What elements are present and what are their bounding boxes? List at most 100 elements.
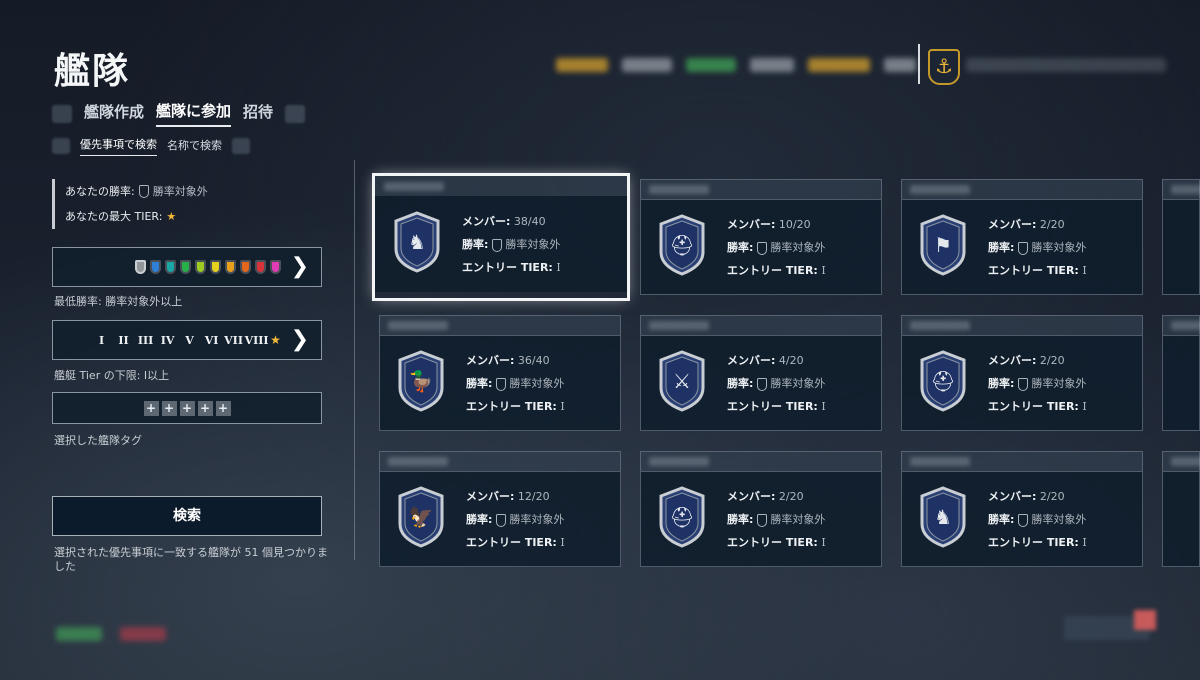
svg-text:⛑: ⛑ — [669, 233, 694, 257]
shield-icon — [756, 377, 767, 391]
fleet-name-blurred — [375, 176, 627, 196]
fleet-card[interactable]: ⚔ メンバー: 4/20 勝率: 勝率対象外 エントリー TIER: I — [640, 315, 882, 431]
svg-text:♞: ♞ — [408, 230, 426, 254]
blurred-resource — [750, 58, 794, 72]
shield-icon — [491, 238, 502, 252]
add-tag-icon[interactable]: + — [215, 400, 231, 416]
shield-icon — [756, 241, 767, 255]
fleet-card[interactable]: ⛑ メンバー: 2/20 勝率: 勝率対象外 エントリー TIER: I — [640, 451, 882, 567]
members-value: 2/20 — [778, 490, 804, 503]
tab-join-fleet[interactable]: 艦隊に参加 — [156, 100, 232, 127]
fleet-name-blurred — [901, 315, 1143, 335]
fleet-info: メンバー: 4/20 勝率: 勝率対象外 エントリー TIER: I — [727, 349, 826, 418]
winrate-value: 勝率対象外 — [509, 377, 565, 390]
fleet-card[interactable]: ♞ メンバー: 2/20 勝率: 勝率対象外 エントリー TIER: I — [901, 451, 1143, 567]
fleet-name-blurred — [640, 179, 882, 199]
winrate-color-shield-icon[interactable] — [134, 260, 146, 274]
chevron-right-icon[interactable]: ❯ — [291, 329, 309, 351]
winrate-label: 勝率: — [988, 377, 1015, 390]
winrate-label: 勝率: — [988, 513, 1015, 526]
divider — [354, 160, 355, 560]
add-tag-icon[interactable]: + — [143, 400, 159, 416]
tier-option[interactable]: II — [113, 334, 135, 347]
tab-create-fleet[interactable]: 艦隊作成 — [84, 101, 144, 126]
winrate-label: 勝率: — [988, 241, 1015, 254]
winrate-color-shield-icon[interactable] — [224, 260, 236, 274]
blurred-resource — [808, 58, 870, 72]
entry-tier-value: I — [1082, 400, 1087, 413]
tier-option[interactable]: V — [179, 334, 201, 347]
shield-icon — [1017, 377, 1028, 391]
player-stats: あなたの勝率: 勝率対象外 あなたの最大 TIER: ★ — [52, 179, 208, 229]
winrate-color-shield-icon[interactable] — [194, 260, 206, 274]
tab-search-priority[interactable]: 優先事項で検索 — [80, 136, 157, 156]
winrate-filter[interactable]: ❯ — [52, 247, 322, 287]
trigger-left-icon — [52, 138, 70, 154]
anchor-icon[interactable]: ⚓ — [928, 49, 960, 85]
winrate-label: 勝率: — [466, 513, 493, 526]
add-tag-icon[interactable]: + — [197, 400, 213, 416]
add-tag-icon[interactable]: + — [179, 400, 195, 416]
winrate-color-shield-icon[interactable] — [179, 260, 191, 274]
search-button[interactable]: 検索 — [52, 496, 322, 536]
tier-filter[interactable]: I II III IV V VI VII VIII ★ ❯ — [52, 320, 322, 360]
fleet-card[interactable]: ⚑ メンバー: 2/20 勝率: 勝率対象外 エントリー TIER: I — [901, 179, 1143, 295]
winrate-color-shield-icon[interactable] — [269, 260, 281, 274]
winrate-color-shield-icon[interactable] — [239, 260, 251, 274]
fleet-card[interactable]: 🦅 メンバー: 12/20 勝率: 勝率対象外 エントリー TIER: I — [379, 451, 621, 567]
fleet-card-body: ⛑ メンバー: 10/20 勝率: 勝率対象外 エントリー TIER: I — [640, 199, 882, 295]
entry-tier-value: I — [1082, 264, 1087, 277]
shield-icon — [756, 513, 767, 527]
resource-bar — [556, 50, 916, 80]
fleet-card-body: 🦆 メンバー: 36/40 勝率: 勝率対象外 エントリー TIER: I — [379, 335, 621, 431]
winrate-label: あなたの勝率: — [65, 185, 135, 198]
entry-tier-label: エントリー TIER: — [466, 536, 557, 549]
tab-invite[interactable]: 招待 — [243, 101, 273, 126]
svg-text:⚔: ⚔ — [673, 369, 691, 393]
tab-search-name[interactable]: 名称で検索 — [167, 137, 222, 156]
add-tag-icon[interactable]: + — [161, 400, 177, 416]
fleet-card[interactable]: ⛑ メンバー: 2/20 勝率: 勝率対象外 エントリー TIER: I — [901, 315, 1143, 431]
members-label: メンバー: — [462, 215, 511, 228]
winrate-color-shield-icon[interactable] — [164, 260, 176, 274]
winrate-label: 勝率: — [466, 377, 493, 390]
fleet-card[interactable]: 🦆 メンバー: 36/40 勝率: 勝率対象外 エントリー TIER: I — [379, 315, 621, 431]
fleet-card-body: ♞ メンバー: 2/20 勝率: 勝率対象外 エントリー TIER: I — [901, 471, 1143, 567]
tag-caption: 選択した艦隊タグ — [54, 434, 142, 447]
bumper-right-icon — [285, 104, 306, 123]
winrate-value: 勝率対象外 — [505, 238, 561, 251]
tier-option[interactable]: III — [135, 334, 157, 347]
fleet-card[interactable]: ♞ メンバー: 38/40 勝率: 勝率対象外 エントリー TIER: I — [372, 173, 630, 301]
winrate-color-shield-icon[interactable] — [149, 260, 161, 274]
tag-filter[interactable]: + + + + + — [52, 392, 322, 424]
entry-tier-value: I — [560, 400, 565, 413]
fleet-card-partial[interactable] — [1162, 451, 1200, 567]
members-value: 38/40 — [513, 215, 546, 228]
winrate-value: 勝率対象外 — [1031, 377, 1087, 390]
page-title: 艦隊 — [54, 51, 131, 92]
chevron-right-icon[interactable]: ❯ — [291, 256, 309, 278]
entry-tier-label: エントリー TIER: — [727, 536, 818, 549]
flag-emblem-icon: ⚑ — [920, 214, 966, 276]
fleet-card-partial[interactable] — [1162, 315, 1200, 431]
entry-tier-value: I — [560, 536, 565, 549]
fleet-card[interactable]: ⛑ メンバー: 10/20 勝率: 勝率対象外 エントリー TIER: I — [640, 179, 882, 295]
tier-option[interactable]: VII — [223, 334, 245, 347]
tier-option[interactable]: VI — [201, 334, 223, 347]
blurred-resource — [884, 58, 916, 72]
result-count-text: 選択された優先事項に一致する艦隊が 51 個見つかりました — [54, 546, 328, 573]
tier-option[interactable]: VIII — [245, 334, 269, 347]
entry-tier-label: エントリー TIER: — [988, 264, 1079, 277]
tier-caption: 艦艇 Tier の下限: I以上 — [54, 369, 170, 382]
fleet-card-partial[interactable] — [1162, 179, 1200, 295]
tier-option[interactable]: I — [91, 334, 113, 347]
svg-text:⛑: ⛑ — [930, 369, 955, 393]
star-icon[interactable]: ★ — [267, 333, 285, 347]
tier-option[interactable]: IV — [157, 334, 179, 347]
members-value: 10/20 — [778, 218, 811, 231]
svg-text:⚑: ⚑ — [934, 233, 952, 257]
winrate-color-shield-icon[interactable] — [254, 260, 266, 274]
svg-text:♞: ♞ — [934, 505, 952, 529]
fleet-card-body: ⛑ メンバー: 2/20 勝率: 勝率対象外 エントリー TIER: I — [640, 471, 882, 567]
winrate-color-shield-icon[interactable] — [209, 260, 221, 274]
